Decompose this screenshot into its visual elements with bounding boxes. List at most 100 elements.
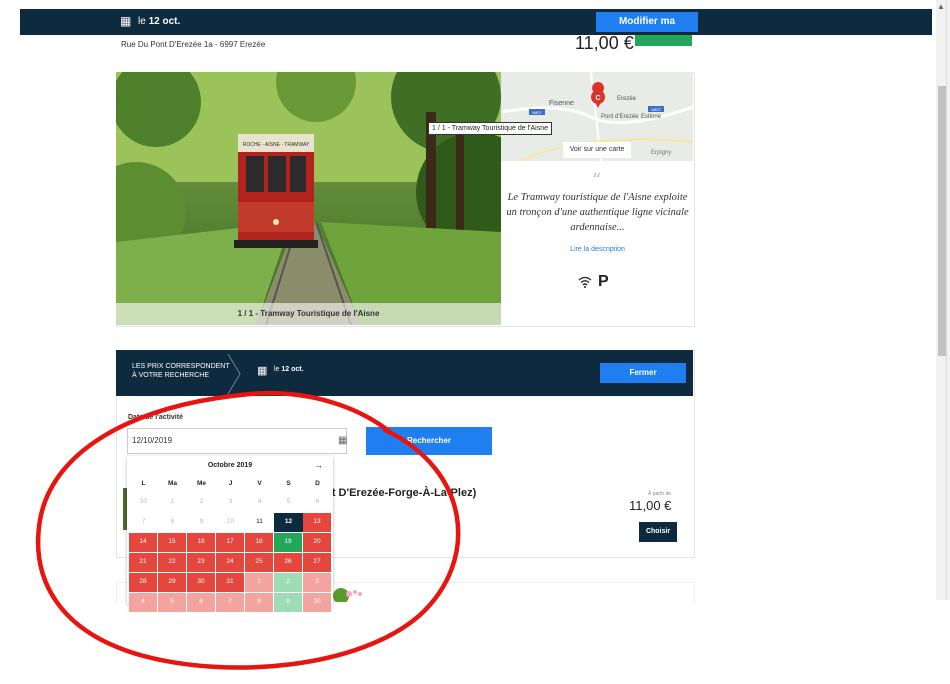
calendar-day[interactable]: 4 <box>129 593 158 612</box>
from-label: À partir de <box>648 491 672 497</box>
road-number: N807 <box>532 110 542 115</box>
map-label: Fisenne <box>549 100 574 107</box>
calendar-day[interactable]: 2 <box>274 573 303 592</box>
calendar-day: 8 <box>170 518 175 525</box>
calendar-day[interactable]: 3 <box>303 573 332 592</box>
calendar-day[interactable]: 24 <box>216 553 245 572</box>
calendar-day[interactable]: 15 <box>158 533 187 552</box>
calendar-icon: ▦ <box>257 365 268 377</box>
weekday-label: V <box>257 480 262 487</box>
calendar-day[interactable]: 11 <box>245 513 274 532</box>
parking-icon: P <box>598 273 609 290</box>
calendar-day[interactable]: 19 <box>274 533 303 552</box>
calendar-day: 5 <box>286 498 291 505</box>
offer-title[interactable]: (pont D'Erezée-Forge-À-La-Plez) <box>308 487 476 499</box>
map-label: Erpigny <box>651 150 671 156</box>
offer-price: 11,00 € <box>629 498 672 513</box>
calendar-day[interactable]: 6 <box>187 593 216 612</box>
datepicker-days: 30 1 2 3 4 5 6 7 8 9 10 11 12 13 14 15 16 17 18 19 20 21 22 23 2… <box>129 493 332 612</box>
date-field-label: Date de l'activité <box>128 414 183 421</box>
road-number: N807 <box>651 107 661 112</box>
calendar-day[interactable]: 31 <box>216 573 245 592</box>
quote-icon: “ <box>592 170 602 191</box>
search-button[interactable]: Rechercher <box>366 427 492 455</box>
map-label: Erezée <box>617 96 637 102</box>
calendar-day: 3 <box>228 498 233 505</box>
calendar-day[interactable]: 1 <box>245 573 274 592</box>
listing-address: Rue Du Pont D'Erezée 1a - 6997 Erezée <box>121 40 266 49</box>
choose-button[interactable]: Choisir <box>639 522 677 542</box>
scroll-up-arrow-icon[interactable]: ▲ <box>937 2 945 11</box>
top-date: le 12 oct. <box>138 16 180 27</box>
calendar-day[interactable]: 21 <box>129 553 158 572</box>
calendar-day[interactable]: 16 <box>187 533 216 552</box>
calendar-day[interactable]: 28 <box>129 573 158 592</box>
datepicker-month: Octobre 2019 <box>207 462 253 469</box>
calendar-day: 7 <box>141 518 146 525</box>
calendar-day[interactable]: 20 <box>303 533 332 552</box>
calendar-day-selected[interactable]: 12 <box>274 513 303 532</box>
weekday-label: Me <box>196 480 207 487</box>
calendar-day: 10 <box>226 518 235 525</box>
weekday-label: S <box>286 480 291 487</box>
calendar-day: 1 <box>170 498 175 505</box>
calendar-day[interactable]: 25 <box>245 553 274 572</box>
weekday-label: L <box>141 480 146 487</box>
calendar-day[interactable]: 14 <box>129 533 158 552</box>
photo-caption: 1 / 1 - Tramway Touristique de l'Aisne <box>116 303 501 325</box>
scrollbar-thumb[interactable] <box>938 86 946 356</box>
calendar-day: 30 <box>139 498 148 505</box>
calendar-day[interactable]: 5 <box>158 593 187 612</box>
calendar-icon[interactable]: ▦ <box>338 435 347 446</box>
calendar-day[interactable]: 10 <box>303 593 332 612</box>
chevron-right-icon <box>226 352 242 401</box>
map-label: Pont d'Erezée <box>601 114 639 120</box>
calendar-day[interactable]: 27 <box>303 553 332 572</box>
calendar-day: 9 <box>199 518 204 525</box>
modify-search-button[interactable]: Modifier ma recherche <box>596 12 698 47</box>
divider <box>946 0 947 600</box>
tram-sign: ROCHE - AISNE - TRAMWAY <box>243 142 310 148</box>
top-date-prefix: le <box>138 16 146 27</box>
tram-photo-image: ROCHE - AISNE - TRAMWAY <box>116 72 501 325</box>
wifi-icon <box>578 275 592 293</box>
calendar-day[interactable]: 8 <box>245 593 274 612</box>
listing-photo[interactable] <box>333 582 363 604</box>
calendar-icon: ▦ <box>120 14 132 28</box>
calendar-day[interactable]: 30 <box>187 573 216 592</box>
top-date-value: 12 oct. <box>148 16 181 27</box>
weekday-label: J <box>228 480 233 487</box>
calendar-day[interactable]: 23 <box>187 553 216 572</box>
calendar-day[interactable]: 18 <box>245 533 274 552</box>
calendar-day[interactable]: 13 <box>303 513 332 532</box>
listing-description: Le Tramway touristique de l'Aisne exploi… <box>506 192 689 233</box>
calendar-day[interactable]: 22 <box>158 553 187 572</box>
panel-date-value: 12 oct. <box>281 366 304 373</box>
panel-date: le 12 oct. <box>274 366 304 373</box>
view-map-link[interactable]: Voir sur une carte <box>563 142 631 158</box>
photo-tooltip: 1 / 1 - Tramway Touristique de l'Aisne <box>428 122 552 135</box>
calendar-day[interactable]: 7 <box>216 593 245 612</box>
date-input[interactable]: 12/10/2019 <box>127 428 347 454</box>
price-panel-title: LES PRIX CORRESPONDENT À VOTRE RECHERCHE <box>132 362 230 380</box>
top-search-bar: ▦ le 12 oct. <box>20 9 932 35</box>
svg-text:C: C <box>595 95 600 102</box>
price-panel-title-line: LES PRIX CORRESPONDENT <box>132 363 230 370</box>
arrow-right-icon[interactable]: → <box>314 460 323 470</box>
book-button-top[interactable] <box>635 35 692 46</box>
price-panel-title-line: À VOTRE RECHERCHE <box>132 372 210 379</box>
read-description-link[interactable]: Lire la description <box>505 246 690 253</box>
listing-price-top: 11,00 € <box>575 33 634 53</box>
calendar-day[interactable]: 26 <box>274 553 303 572</box>
calendar-day[interactable]: 29 <box>158 573 187 592</box>
close-button[interactable]: Fermer <box>600 363 686 383</box>
panel-date-prefix: le <box>274 366 280 373</box>
tram-photo[interactable]: ROCHE - AISNE - TRAMWAY <box>116 72 501 325</box>
datepicker-weekdays: L Ma Me J V S D <box>129 480 332 487</box>
weekday-label: D <box>315 480 320 487</box>
calendar-day: 4 <box>257 498 262 505</box>
calendar-day: 2 <box>199 498 204 505</box>
calendar-day[interactable]: 9 <box>274 593 303 612</box>
map-label: Estinne <box>641 114 662 120</box>
calendar-day[interactable]: 17 <box>216 533 245 552</box>
